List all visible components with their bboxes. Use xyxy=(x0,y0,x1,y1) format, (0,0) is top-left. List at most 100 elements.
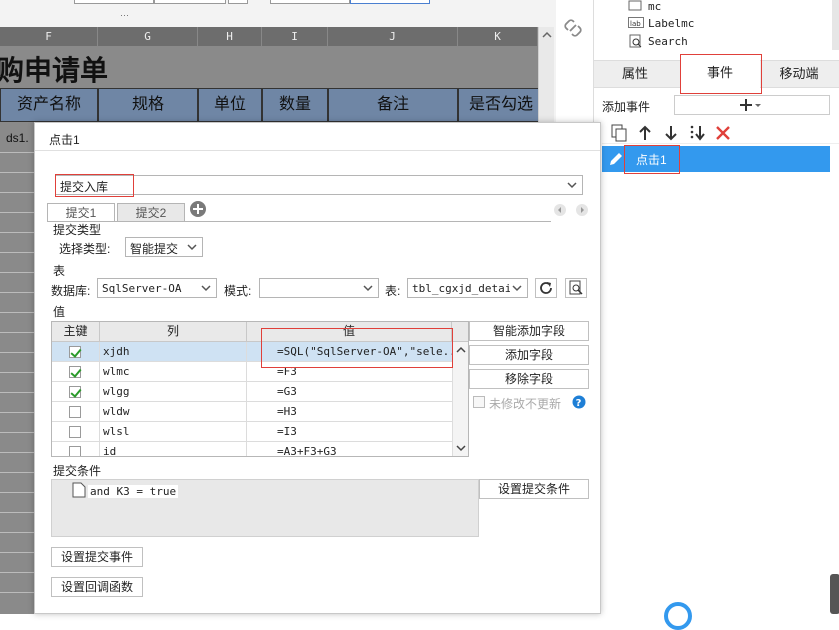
arrow-up-icon[interactable] xyxy=(636,124,654,142)
grid-header-column[interactable]: 列 xyxy=(100,322,247,342)
tab-submit-1[interactable]: 提交1 xyxy=(47,203,115,222)
key-checkbox[interactable] xyxy=(69,446,81,456)
set-submit-event-button[interactable]: 设置提交事件 xyxy=(51,547,143,567)
toolbar-field[interactable] xyxy=(350,0,430,4)
splitter-handle[interactable]: ··· xyxy=(120,11,132,20)
dialog-title: 点击1 xyxy=(49,133,80,147)
header-cell[interactable]: 单位 xyxy=(198,88,262,122)
grid-header-key[interactable]: 主键 xyxy=(52,322,100,342)
event-dialog: 点击1 提交入库 提交1 提交2 提交类型 选择类型: 智能提交 表 数据库: … xyxy=(34,122,601,614)
grid-line xyxy=(0,392,34,393)
add-tab-icon[interactable] xyxy=(189,200,207,218)
header-cell[interactable]: 数量 xyxy=(262,88,328,122)
schema-select[interactable] xyxy=(259,278,379,298)
row-column: wldw xyxy=(100,402,247,422)
plus-icon xyxy=(740,99,761,111)
grid-line xyxy=(0,492,34,493)
table-label: 表: xyxy=(385,284,401,298)
preview-button[interactable] xyxy=(565,278,587,298)
chevron-down-icon xyxy=(567,182,577,189)
toolbar-field[interactable] xyxy=(74,0,154,4)
no-update-checkbox[interactable] xyxy=(473,396,485,408)
grid-line xyxy=(0,532,34,533)
search-icon xyxy=(629,34,642,48)
grid-line xyxy=(0,472,34,473)
scroll-up-icon[interactable] xyxy=(539,29,555,41)
table-row[interactable]: wlgg =G3 xyxy=(52,382,452,402)
toolbar-field[interactable] xyxy=(270,0,350,4)
delete-icon[interactable] xyxy=(714,124,732,142)
column-header-i[interactable]: I xyxy=(262,27,328,46)
header-cell[interactable]: 是否勾选 xyxy=(458,88,542,122)
key-checkbox[interactable] xyxy=(69,426,81,438)
tree-scrollbar[interactable] xyxy=(832,0,839,50)
database-select[interactable]: SqlServer-OA xyxy=(97,278,217,298)
tab-scroll-right-icon[interactable] xyxy=(575,203,589,217)
row-column: xjdh xyxy=(100,342,247,362)
key-checkbox[interactable] xyxy=(69,346,81,358)
arrow-down-icon[interactable] xyxy=(662,124,680,142)
table-select[interactable]: tbl_cgxjd_detail xyxy=(407,278,528,298)
key-checkbox[interactable] xyxy=(69,386,81,398)
select-type-label: 选择类型: xyxy=(59,242,111,256)
header-cell[interactable]: 备注 xyxy=(328,88,458,122)
refresh-icon xyxy=(540,282,552,294)
table-row[interactable]: wldw =H3 xyxy=(52,402,452,422)
grid-line xyxy=(0,592,34,593)
table-row[interactable]: wlsl =I3 xyxy=(52,422,452,442)
event-name-select[interactable]: 提交入库 xyxy=(55,175,583,195)
chevron-down-icon[interactable] xyxy=(453,442,469,454)
textbox-icon xyxy=(628,0,642,11)
set-condition-button[interactable]: 设置提交条件 xyxy=(479,479,589,499)
submit-type-select[interactable]: 智能提交 xyxy=(125,237,203,257)
svg-text:?: ? xyxy=(576,398,582,409)
header-cell[interactable]: 规格 xyxy=(98,88,198,122)
column-header-k[interactable]: K xyxy=(458,27,538,46)
add-field-button[interactable]: 添加字段 xyxy=(469,345,589,365)
remove-field-button[interactable]: 移除字段 xyxy=(469,369,589,389)
table-row[interactable]: id =A3+F3+G3 xyxy=(52,442,452,456)
key-checkbox[interactable] xyxy=(69,406,81,418)
grid-scrollbar[interactable] xyxy=(452,342,469,456)
column-header-j[interactable]: J xyxy=(328,27,458,46)
column-header-f[interactable]: F xyxy=(0,27,98,46)
header-cell[interactable]: 资产名称 xyxy=(0,88,98,122)
column-header-g[interactable]: G xyxy=(98,27,198,46)
help-icon[interactable]: ? xyxy=(572,395,586,409)
tree-item-labelmc[interactable]: Labelmc xyxy=(648,17,694,30)
chevron-up-icon[interactable] xyxy=(453,344,469,356)
column-header-h[interactable]: H xyxy=(198,27,262,46)
chevron-down-icon xyxy=(201,285,211,292)
move-bottom-icon[interactable] xyxy=(688,124,706,142)
refresh-button[interactable] xyxy=(535,278,557,298)
copy-icon[interactable] xyxy=(610,124,628,142)
panel-scrollbar[interactable] xyxy=(830,574,839,614)
link-icon[interactable] xyxy=(563,18,583,38)
grid-line xyxy=(0,312,34,313)
smart-add-field-button[interactable]: 智能添加字段 xyxy=(469,321,589,341)
key-checkbox[interactable] xyxy=(69,366,81,378)
set-callback-button[interactable]: 设置回调函数 xyxy=(51,577,143,597)
grid-line xyxy=(0,572,34,573)
toolbar-button[interactable] xyxy=(228,0,248,4)
tab-submit-2[interactable]: 提交2 xyxy=(117,203,185,222)
row-column: wlgg xyxy=(100,382,247,402)
tree-item-search[interactable]: Search xyxy=(648,35,688,48)
tree-item-mc[interactable]: mc xyxy=(648,0,661,13)
submit-type-section: 提交类型 xyxy=(53,223,102,237)
table-section: 表 xyxy=(53,264,66,278)
highlight-box xyxy=(55,174,134,197)
grid-line xyxy=(0,192,34,193)
tab-properties[interactable]: 属性 xyxy=(594,62,676,86)
tab-scroll-left-icon[interactable] xyxy=(553,203,567,217)
tab-mobile[interactable]: 移动端 xyxy=(758,62,839,86)
value-section: 值 xyxy=(53,305,66,319)
toolbar-field[interactable] xyxy=(154,0,226,4)
add-event-button[interactable] xyxy=(674,95,830,115)
grid-line xyxy=(0,372,34,373)
condition-box[interactable]: and K3 = true xyxy=(51,479,479,537)
grid-line xyxy=(0,452,34,453)
sheet-title: 购申请单 xyxy=(0,54,109,87)
grid-line xyxy=(0,432,34,433)
help-bubble-icon[interactable] xyxy=(664,602,692,630)
